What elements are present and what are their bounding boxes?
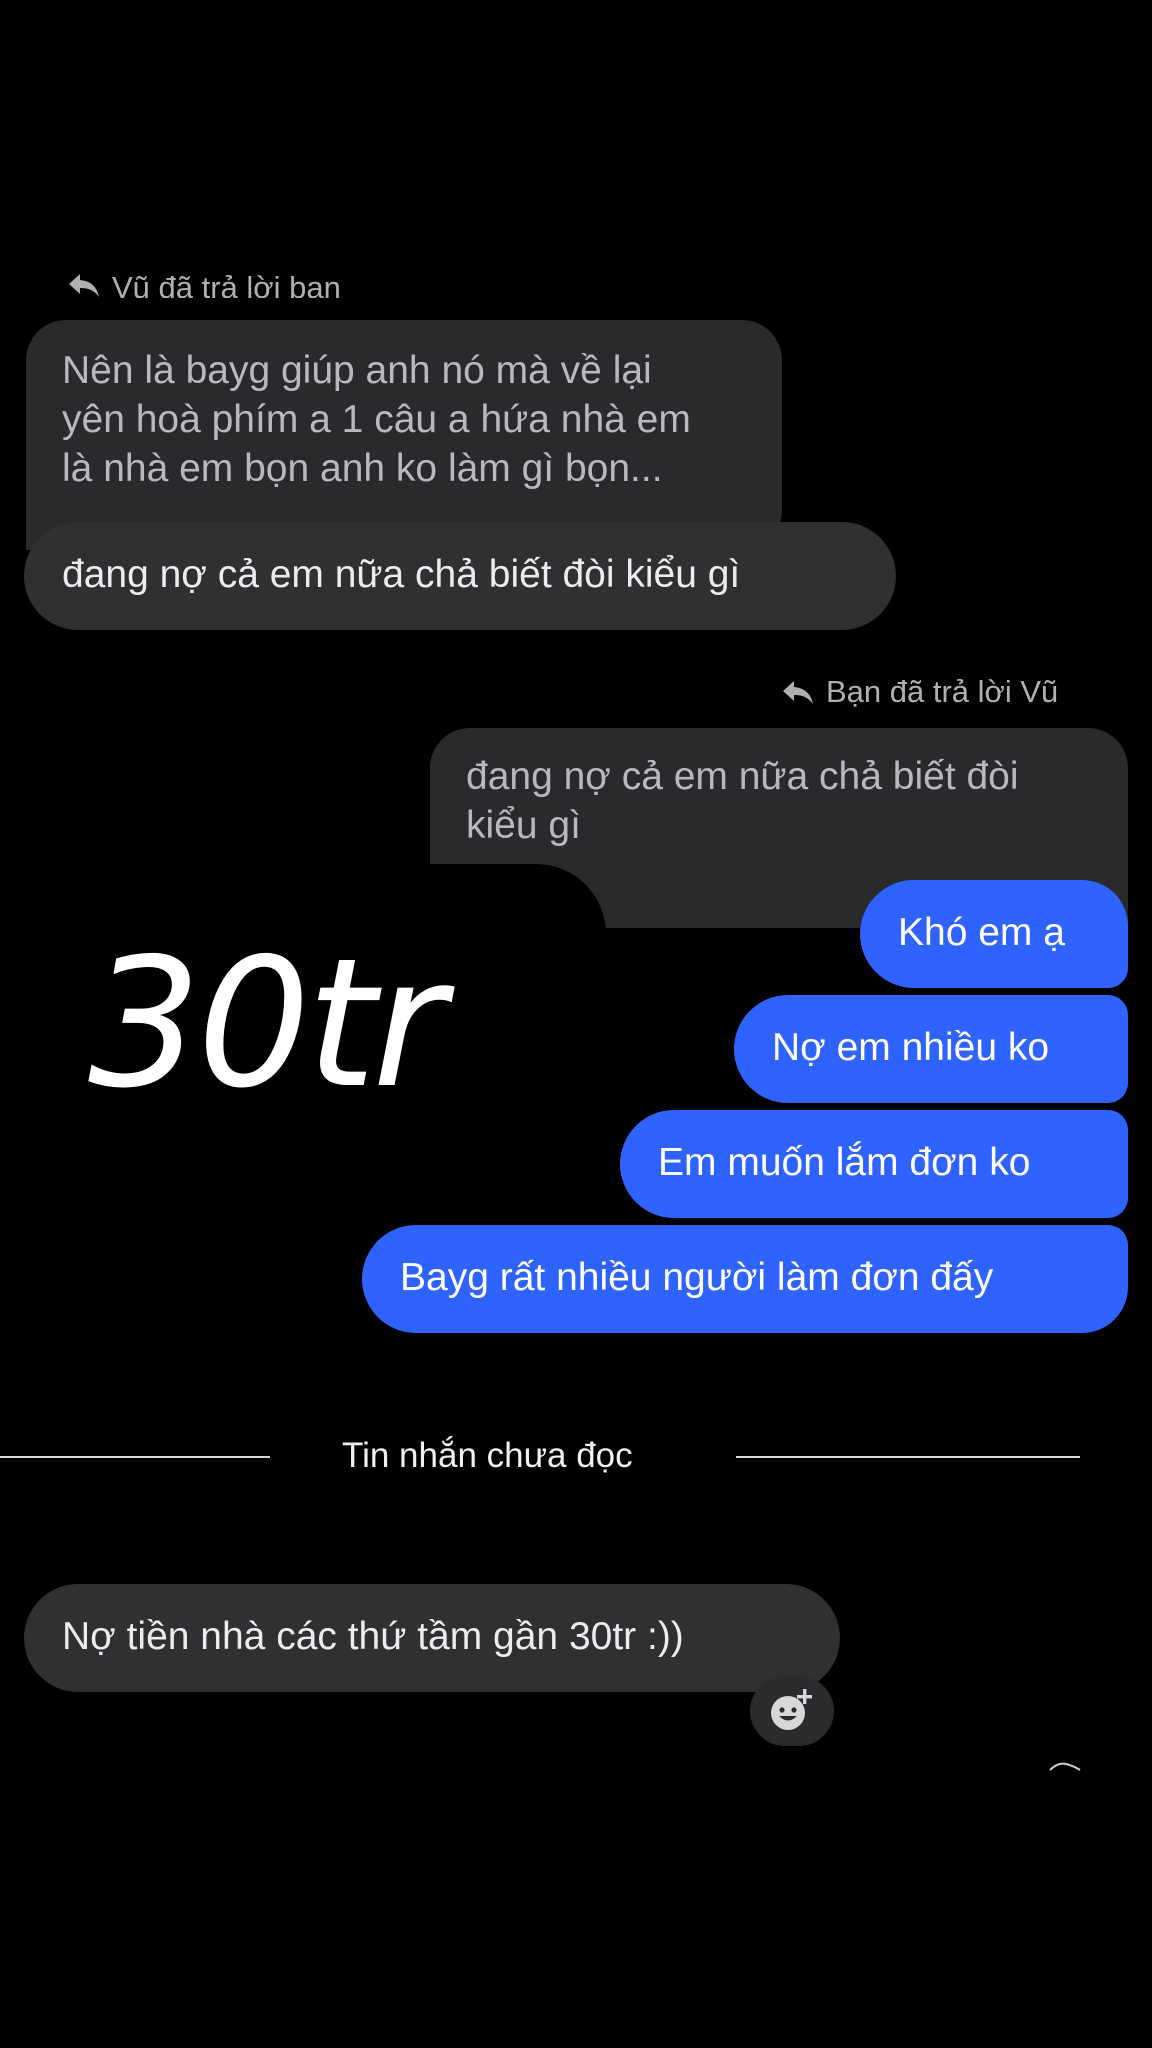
message-text: Nợ em nhiều ko	[772, 1026, 1050, 1069]
quoted-line: Nên là bayg giúp anh nó mà về lại	[62, 349, 652, 392]
quoted-message-incoming[interactable]: Nên là bayg giúp anh nó mà về lại yên ho…	[26, 320, 782, 550]
outgoing-message[interactable]: Bayg rất nhiều người làm đơn đấy	[362, 1225, 1128, 1333]
outgoing-message[interactable]: Nợ em nhiều ko	[734, 995, 1128, 1103]
handwritten-overlay-text: 30tr	[88, 920, 445, 1127]
incoming-message[interactable]: đang nợ cả em nữa chả biết đòi kiểu gì	[24, 522, 896, 630]
quoted-line: là nhà em bọn anh ko làm gì bọn...	[62, 447, 663, 490]
quoted-line: yên hoà phím a 1 câu a hứa nhà em	[62, 398, 691, 441]
outgoing-message[interactable]: Khó em ạ	[860, 880, 1128, 988]
message-text: Em muốn lắm đơn ko	[658, 1141, 1031, 1184]
quoted-line: đang nợ cả em nữa chả biết đòi	[466, 755, 1019, 798]
outgoing-message[interactable]: Em muốn lắm đơn ko	[620, 1110, 1128, 1218]
message-text: đang nợ cả em nữa chả biết đòi kiểu gì	[62, 553, 741, 596]
message-text: Khó em ạ	[898, 911, 1065, 954]
add-reaction-icon	[771, 1689, 812, 1730]
reply-context-label: Vũ đã trả lời bạn	[66, 264, 341, 298]
quoted-line: kiểu gì	[466, 804, 581, 847]
unread-divider-label: Tin nhắn chưa đọc	[342, 1436, 633, 1475]
divider-line-right	[736, 1456, 1080, 1458]
watermark-mark	[1049, 1762, 1081, 1771]
reply-context-text: Vũ đã trả lời bạn	[112, 270, 341, 298]
message-text: Bayg rất nhiều người làm đơn đấy	[400, 1256, 994, 1299]
reply-context-label: Bạn đã trả lời Vũ	[780, 674, 1058, 710]
reply-arrow-icon	[783, 681, 813, 704]
reply-arrow-icon	[69, 274, 99, 297]
message-text: Nợ tiền nhà các thứ tầm gần 30tr :))	[62, 1615, 684, 1658]
divider-line-left	[0, 1456, 270, 1458]
add-reaction-button[interactable]	[750, 1676, 834, 1746]
reply-context-text: Bạn đã trả lời Vũ	[826, 674, 1059, 709]
incoming-message[interactable]: Nợ tiền nhà các thứ tầm gần 30tr :))	[24, 1584, 840, 1692]
